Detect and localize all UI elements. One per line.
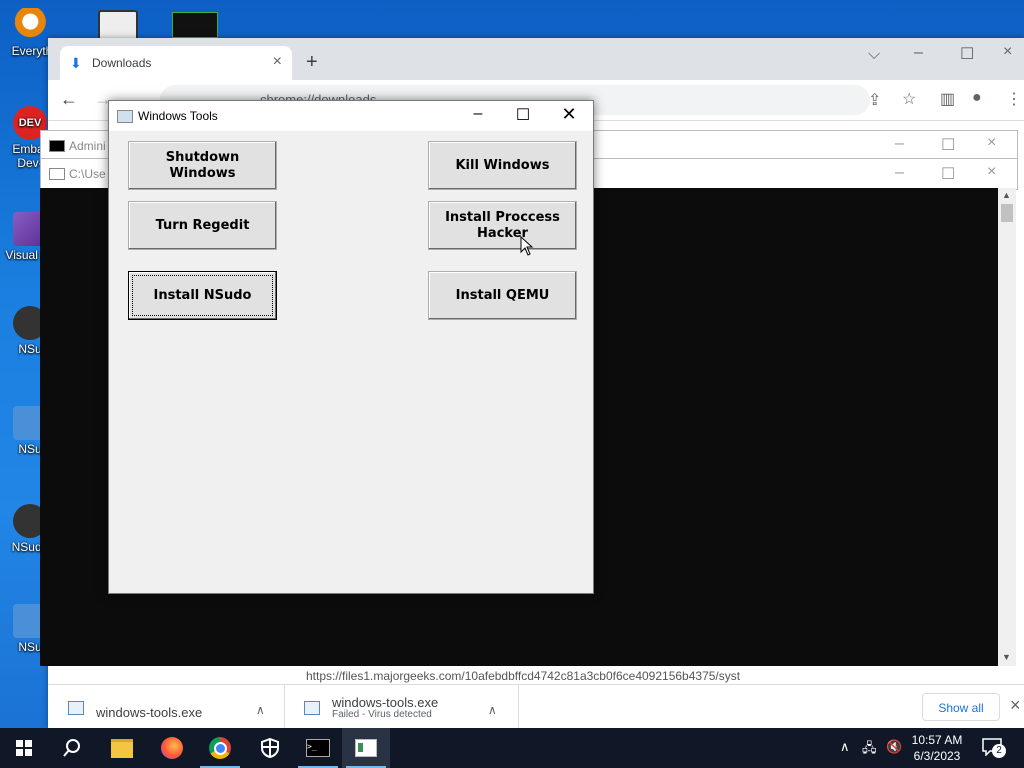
windows-tools-window: Windows Tools – ☐ ✕ Shutdown Windows Kil…: [108, 100, 594, 594]
download-filename: windows-tools.exe: [332, 695, 439, 710]
console-icon: >_: [306, 739, 330, 757]
console-scrollbar[interactable]: ▲ ▼: [998, 188, 1016, 666]
console-scroll-thumb[interactable]: [1001, 204, 1013, 222]
minimize-button[interactable]: –: [895, 135, 904, 153]
network-icon[interactable]: 🖧: [862, 739, 877, 761]
folder-icon: [111, 738, 133, 758]
close-button[interactable]: ×: [1003, 43, 1012, 61]
chevron-down-icon[interactable]: ⌵: [868, 46, 880, 64]
maximize-button[interactable]: ☐: [941, 135, 955, 155]
menu-icon[interactable]: ⋮: [1006, 89, 1022, 109]
window-icon: [49, 168, 65, 180]
console-title: Admini: [69, 139, 106, 153]
chrome-icon: [209, 737, 231, 759]
chevron-up-icon[interactable]: ∧: [840, 739, 850, 755]
chrome-tab-strip: ⬇ Downloads × + ⌵ – ☐ ×: [48, 38, 1024, 80]
clock-time: 10:57 AM: [911, 733, 963, 747]
chevron-up-icon[interactable]: ∧: [488, 703, 497, 717]
new-tab-button[interactable]: +: [306, 52, 318, 72]
chevron-up-icon[interactable]: ∧: [256, 703, 265, 717]
file-icon: [68, 701, 84, 715]
notification-center-button[interactable]: 2: [982, 738, 1006, 758]
download-filename: windows-tools.exe: [96, 705, 203, 720]
taskbar-file-explorer[interactable]: [98, 728, 146, 768]
minimize-button[interactable]: –: [914, 44, 923, 62]
taskbar-firefox[interactable]: [148, 728, 196, 768]
notification-badge: 2: [992, 744, 1006, 758]
minimize-button[interactable]: –: [463, 105, 493, 123]
shield-icon: [261, 738, 279, 758]
scroll-down-icon[interactable]: ▼: [1002, 652, 1011, 662]
monitor-icon[interactable]: [172, 12, 218, 38]
download-item-failed[interactable]: windows-tools.exe Failed - Virus detecte…: [284, 685, 519, 729]
windows-tools-titlebar[interactable]: Windows Tools – ☐ ✕: [109, 101, 593, 131]
taskbar-windows-tools[interactable]: [342, 728, 390, 768]
close-icon[interactable]: ×: [1010, 695, 1021, 716]
share-icon[interactable]: ⇪: [868, 90, 881, 110]
desktop-icon-label: NSu: [18, 442, 42, 456]
close-tab-icon[interactable]: ×: [273, 53, 282, 71]
mouse-cursor-icon: [520, 236, 534, 256]
taskbar-chrome[interactable]: [196, 728, 244, 768]
taskbar: >_ ∧ 🖧 🔇 10:57 AM 6/3/2023 2: [0, 728, 1024, 768]
maximize-button[interactable]: ☐: [941, 164, 955, 184]
desktop-icon-label: NSu: [18, 640, 42, 654]
close-button[interactable]: ×: [987, 163, 996, 181]
kill-windows-button[interactable]: Kill Windows: [428, 141, 577, 190]
maximize-button[interactable]: ☐: [508, 105, 538, 125]
downloads-bar: windows-tools.exe ∧ windows-tools.exe Fa…: [48, 684, 1024, 729]
turn-regedit-button[interactable]: Turn Regedit: [128, 201, 277, 250]
magnifier-icon: [15, 8, 49, 42]
star-icon[interactable]: ☆: [902, 89, 916, 109]
scroll-up-icon[interactable]: ▲: [1002, 190, 1011, 200]
windows-logo-icon: [16, 740, 32, 756]
install-nsudo-button[interactable]: Install NSudo: [128, 271, 277, 320]
window-title: Windows Tools: [138, 109, 218, 123]
close-button[interactable]: ✕: [554, 104, 584, 125]
app-icon: [117, 110, 133, 123]
taskbar-console[interactable]: >_: [294, 728, 342, 768]
firefox-icon: [161, 737, 183, 759]
file-icon: [304, 701, 320, 715]
clock-date: 6/3/2023: [913, 749, 961, 763]
profile-icon[interactable]: ●: [972, 89, 982, 107]
shutdown-windows-button[interactable]: Shutdown Windows: [128, 141, 277, 190]
download-source-url: https://files1.majorgeeks.com/10afebdbff…: [206, 668, 886, 684]
download-status: Failed - Virus detected: [332, 709, 432, 720]
tab-title: Downloads: [92, 56, 152, 70]
search-button[interactable]: [48, 728, 96, 768]
install-process-hacker-button[interactable]: Install Proccess Hacker: [428, 201, 577, 250]
desktop-icon-label: NSu: [18, 342, 42, 356]
console-title: C:\Use: [69, 167, 106, 181]
volume-muted-icon[interactable]: 🔇: [886, 739, 902, 755]
minimize-button[interactable]: –: [895, 164, 904, 182]
desktop-icon-label: Everyth: [11, 44, 53, 58]
console-icon: [49, 140, 65, 152]
side-panel-icon[interactable]: ▥: [940, 89, 955, 109]
maximize-button[interactable]: ☐: [960, 44, 974, 64]
app-window-icon: [355, 739, 377, 757]
download-item[interactable]: windows-tools.exe ∧: [48, 685, 285, 729]
back-icon[interactable]: ←: [60, 89, 78, 110]
show-all-button[interactable]: Show all: [922, 693, 1000, 721]
search-icon: [63, 739, 80, 757]
install-qemu-button[interactable]: Install QEMU: [428, 271, 577, 320]
start-button[interactable]: [0, 728, 48, 768]
tab-downloads[interactable]: ⬇ Downloads ×: [60, 46, 292, 80]
download-icon: ⬇: [70, 55, 82, 71]
taskbar-security[interactable]: [246, 728, 294, 768]
close-button[interactable]: ×: [987, 134, 996, 152]
clock[interactable]: 10:57 AM 6/3/2023: [906, 732, 968, 764]
